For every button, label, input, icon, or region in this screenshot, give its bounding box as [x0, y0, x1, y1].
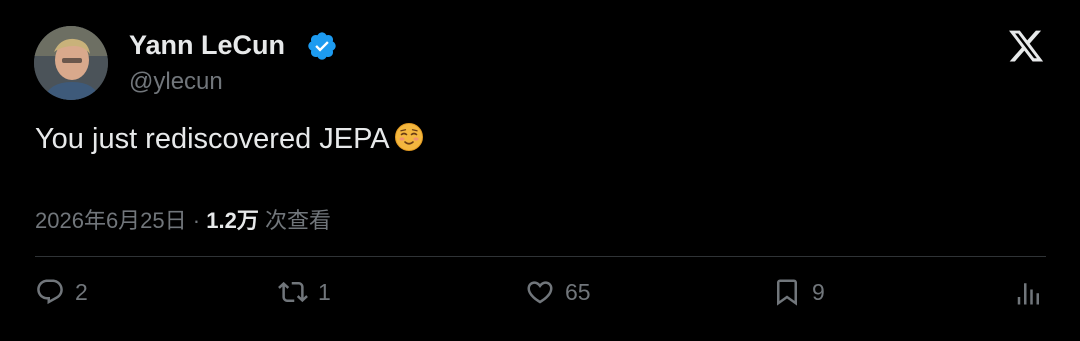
- reply-button[interactable]: 2: [35, 276, 88, 308]
- meta-separator: ·: [192, 208, 201, 233]
- views-count: 1.2万: [206, 208, 259, 233]
- like-button[interactable]: 65: [525, 276, 591, 308]
- bookmark-button[interactable]: 9: [772, 276, 825, 308]
- like-count: 65: [565, 278, 591, 305]
- analytics-icon: [1017, 283, 1039, 305]
- verified-badge-icon: [308, 32, 336, 60]
- author-name[interactable]: Yann LeCun: [129, 28, 285, 62]
- relieved-face-emoji-icon: [394, 123, 423, 151]
- bookmark-count: 9: [812, 278, 825, 305]
- tweet-timestamp[interactable]: 2026年6月25日: [35, 208, 187, 233]
- tweet-text: You just rediscovered JEPA: [35, 120, 424, 158]
- tweet-text-content: You just rediscovered JEPA: [35, 123, 390, 155]
- avatar[interactable]: [34, 26, 108, 100]
- analytics-button[interactable]: [1014, 276, 1044, 308]
- views-label: 次查看: [264, 208, 331, 233]
- x-logo-icon[interactable]: [1006, 27, 1046, 65]
- retweet-icon: [278, 281, 308, 303]
- reply-count: 2: [75, 278, 88, 305]
- divider: [35, 256, 1046, 257]
- like-icon: [527, 281, 553, 304]
- tweet-meta: 2026年6月25日 · 1.2万 次查看: [35, 206, 331, 236]
- retweet-count: 1: [318, 278, 331, 305]
- author-handle[interactable]: @ylecun: [129, 67, 223, 97]
- retweet-button[interactable]: 1: [278, 276, 331, 308]
- bookmark-icon: [777, 279, 797, 306]
- reply-icon: [37, 279, 63, 305]
- tweet-card: Yann LeCun @ylecun You just rediscovered…: [0, 0, 1080, 341]
